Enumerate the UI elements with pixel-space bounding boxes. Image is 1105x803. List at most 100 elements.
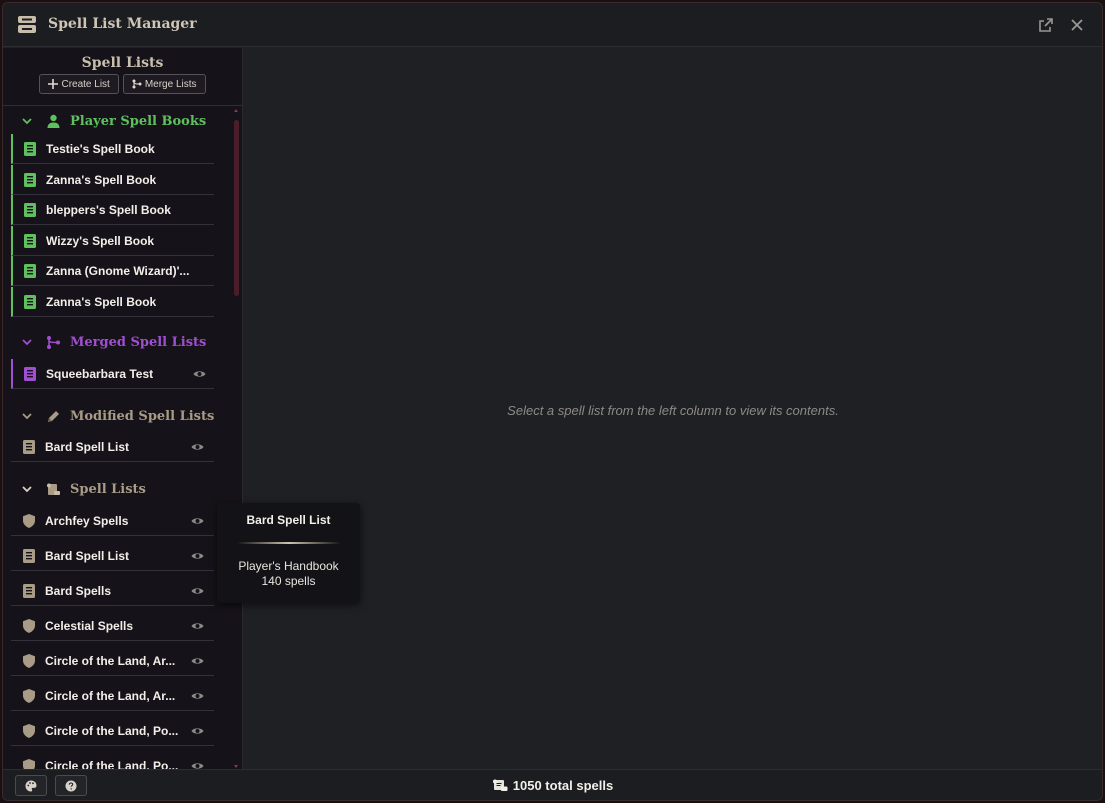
list-item-label: Celestial Spells <box>45 618 134 633</box>
spell-list-tooltip: Bard Spell List Player's Handbook 140 sp… <box>217 503 360 603</box>
total-spells-count: 1050 total spells <box>3 778 1102 793</box>
spellbook-icon <box>23 439 35 454</box>
list-item-label: bleppers's Spell Book <box>46 202 171 217</box>
list-item-label: Circle of the Land, Ar... <box>45 688 176 703</box>
chevron-down-icon <box>22 118 32 125</box>
tooltip-source: Player's Handbook <box>238 559 339 573</box>
shield-icon <box>23 688 35 703</box>
list-item-label: Bard Spell List <box>45 439 130 454</box>
list-item[interactable]: Circle of the Land, Ar... <box>11 681 214 711</box>
scroll-up-arrow[interactable] <box>234 109 238 112</box>
empty-state-message: Select a spell list from the left column… <box>507 403 839 418</box>
scroll-icon <box>47 483 60 495</box>
list-item-label: Circle of the Land, Po... <box>45 758 179 770</box>
list-item[interactable]: Archfey Spells <box>11 506 214 536</box>
tooltip-title: Bard Spell List <box>246 513 331 527</box>
spell-list-manager-window: Spell List Manager Spell Lists Create Li… <box>2 2 1103 801</box>
eye-icon[interactable] <box>191 691 204 701</box>
list-item[interactable]: Bard Spell List <box>11 541 214 571</box>
eye-icon[interactable] <box>191 516 204 526</box>
shield-icon <box>23 653 35 668</box>
list-item[interactable]: Celestial Spells <box>11 611 214 641</box>
shield-icon <box>23 618 35 633</box>
plus-icon <box>48 79 59 89</box>
list-item-label: Bard Spell List <box>45 548 130 563</box>
chevron-down-icon <box>22 339 32 346</box>
list-item-label: Zanna's Spell Book <box>46 172 157 187</box>
list-item[interactable]: Circle of the Land, Ar... <box>11 646 214 676</box>
spellbook-icon <box>24 366 36 381</box>
list-item[interactable]: Zanna (Gnome Wizard)'... <box>11 256 214 286</box>
scroll-down-arrow[interactable] <box>234 765 238 768</box>
title-bar: Spell List Manager <box>3 3 1102 47</box>
list-item[interactable]: Wizzy's Spell Book <box>11 226 214 256</box>
tooltip-spell-count: 140 spells <box>261 574 316 588</box>
eye-icon[interactable] <box>191 621 204 631</box>
spellbook-icon <box>24 294 36 309</box>
section-label: Modified Spell Lists <box>70 408 215 424</box>
spell-lists-sidebar: Spell Lists Create List Merge Lists Play… <box>3 48 243 769</box>
window-title: Spell List Manager <box>48 16 197 32</box>
list-item[interactable]: Zanna's Spell Book <box>11 165 214 195</box>
list-item[interactable]: bleppers's Spell Book <box>11 195 214 225</box>
scroll-icon <box>492 779 508 791</box>
eye-icon[interactable] <box>193 369 206 379</box>
list-item-label: Zanna's Spell Book <box>46 294 157 309</box>
sidebar-scrollbar[interactable] <box>234 120 239 296</box>
list-item[interactable]: Circle of the Land, Po... <box>11 751 214 769</box>
section-label: Merged Spell Lists <box>70 334 207 350</box>
create-list-button[interactable]: Create List <box>39 74 119 94</box>
sidebar-header: Spell Lists Create List Merge Lists <box>3 48 242 106</box>
list-item[interactable]: Bard Spells <box>11 576 214 606</box>
list-item[interactable]: Squeebarbara Test <box>11 359 214 389</box>
shield-icon <box>23 758 35 769</box>
list-item[interactable]: Zanna's Spell Book <box>11 287 214 317</box>
eye-icon[interactable] <box>191 656 204 666</box>
list-item-label: Zanna (Gnome Wizard)'... <box>46 263 190 278</box>
merge-lists-label: Merge Lists <box>144 78 197 90</box>
merge-icon <box>132 79 142 89</box>
eye-icon[interactable] <box>191 551 204 561</box>
user-icon <box>47 114 60 128</box>
eye-icon[interactable] <box>191 761 204 770</box>
list-item[interactable]: Circle of the Land, Po... <box>11 716 214 746</box>
shield-icon <box>23 723 35 738</box>
list-item[interactable]: Testie's Spell Book <box>11 134 214 164</box>
app-drawer-icon <box>18 16 36 33</box>
create-list-label: Create List <box>61 78 110 90</box>
merge-icon <box>47 335 60 349</box>
popout-icon[interactable] <box>1038 17 1054 33</box>
shield-icon <box>23 513 35 528</box>
chevron-down-icon <box>22 413 32 420</box>
spell-list-content: Select a spell list from the left column… <box>244 48 1102 769</box>
list-item[interactable]: Bard Spell List <box>11 432 214 462</box>
spellbook-icon <box>23 548 35 563</box>
spellbook-icon <box>24 233 36 248</box>
spellbook-icon <box>24 172 36 187</box>
list-item-label: Squeebarbara Test <box>46 366 154 381</box>
merge-lists-button[interactable]: Merge Lists <box>122 74 206 94</box>
list-item-label: Archfey Spells <box>45 513 129 528</box>
eye-icon[interactable] <box>191 442 204 452</box>
section-label: Player Spell Books <box>70 113 207 129</box>
list-item-label: Circle of the Land, Po... <box>45 723 179 738</box>
footer-bar: 1050 total spells <box>3 769 1102 800</box>
sidebar-title: Spell Lists <box>81 55 164 71</box>
eye-icon[interactable] <box>191 726 204 736</box>
list-item-label: Circle of the Land, Ar... <box>45 653 176 668</box>
close-icon[interactable] <box>1068 16 1086 34</box>
list-item-label: Wizzy's Spell Book <box>46 233 155 248</box>
spellbook-icon <box>24 263 36 278</box>
list-item-label: Bard Spells <box>45 583 112 598</box>
tooltip-divider <box>236 542 341 544</box>
total-spells-label: 1050 total spells <box>512 778 614 793</box>
spellbook-icon <box>23 583 35 598</box>
chevron-down-icon <box>22 486 32 493</box>
pencil-icon <box>48 410 59 422</box>
eye-icon[interactable] <box>191 586 204 596</box>
section-label: Spell Lists <box>70 481 146 497</box>
spellbook-icon <box>24 141 36 156</box>
sidebar-list: Player Spell Books Testie's Spell Book Z… <box>3 108 242 769</box>
list-item-label: Testie's Spell Book <box>46 141 155 156</box>
spellbook-icon <box>24 202 36 217</box>
